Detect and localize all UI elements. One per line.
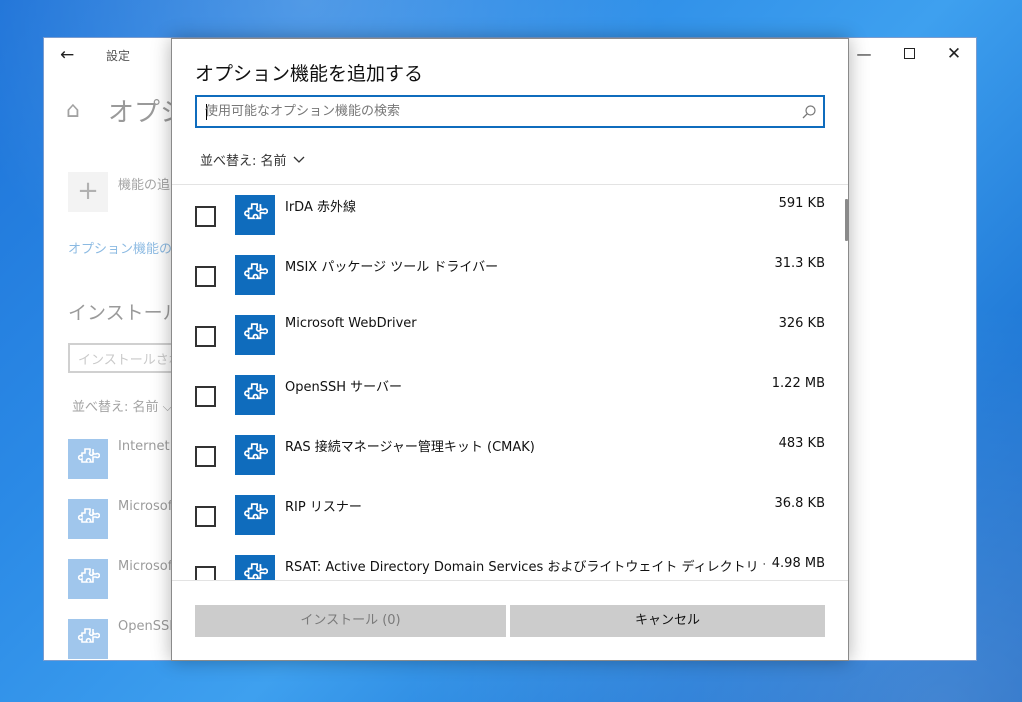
- close-icon[interactable]: ✕: [942, 43, 966, 65]
- add-optional-feature-dialog: オプション機能を追加する 並べ替え: 名前 IrDA 赤外線 591 KB MS…: [171, 38, 849, 661]
- puzzle-icon: [68, 499, 108, 539]
- dialog-title: オプション機能を追加する: [195, 63, 424, 85]
- feature-name: MSIX パッケージ ツール ドライバー: [285, 260, 499, 275]
- feature-name: OpenSSH サーバー: [285, 380, 403, 395]
- feature-row[interactable]: RIP リスナー 36.8 KB: [172, 485, 848, 545]
- chevron-down-icon: [293, 153, 305, 168]
- feature-search-box[interactable]: [195, 95, 825, 128]
- installed-item-name: Microsof: [118, 559, 173, 574]
- feature-list[interactable]: IrDA 赤外線 591 KB MSIX パッケージ ツール ドライバー 31.…: [172, 185, 848, 580]
- feature-name: RSAT: Active Directory Domain Services お…: [285, 560, 765, 575]
- maximize-button[interactable]: [897, 43, 921, 65]
- feature-checkbox[interactable]: [195, 446, 216, 467]
- puzzle-icon: [235, 555, 275, 580]
- installed-sort-dropdown[interactable]: 並べ替え: 名前 ⌵: [72, 396, 173, 415]
- feature-size: 591 KB: [778, 196, 825, 211]
- sort-label: 並べ替え: 名前: [200, 154, 287, 169]
- cancel-button[interactable]: キャンセル: [510, 605, 825, 637]
- feature-checkbox[interactable]: [195, 326, 216, 347]
- feature-name: RIP リスナー: [285, 500, 362, 515]
- puzzle-icon: [235, 255, 275, 295]
- sort-dropdown[interactable]: 並べ替え: 名前: [200, 150, 305, 169]
- installed-item-name: OpenSSH: [118, 619, 180, 634]
- search-icon[interactable]: [801, 104, 817, 120]
- puzzle-icon: [235, 315, 275, 355]
- puzzle-icon: [235, 435, 275, 475]
- installed-item-name: Microsof: [118, 499, 173, 514]
- feature-size: 36.8 KB: [774, 496, 825, 511]
- feature-history-link[interactable]: オプション機能の履: [68, 238, 185, 257]
- installed-item-name: Internet: [118, 439, 170, 454]
- feature-checkbox[interactable]: [195, 566, 216, 580]
- puzzle-icon: [68, 559, 108, 599]
- feature-name: Microsoft WebDriver: [285, 316, 417, 331]
- home-icon[interactable]: ⌂: [66, 98, 80, 123]
- puzzle-icon: [235, 195, 275, 235]
- feature-row[interactable]: RSAT: Active Directory Domain Services お…: [172, 545, 848, 580]
- puzzle-icon: [235, 375, 275, 415]
- feature-size: 1.22 MB: [771, 376, 825, 391]
- puzzle-icon: [68, 619, 108, 659]
- maximize-icon: [903, 48, 915, 59]
- add-feature-label[interactable]: 機能の追: [118, 174, 170, 193]
- divider: [172, 580, 848, 581]
- feature-search-input[interactable]: [205, 100, 785, 123]
- feature-row[interactable]: MSIX パッケージ ツール ドライバー 31.3 KB: [172, 245, 848, 305]
- install-button[interactable]: インストール (0): [195, 605, 506, 637]
- feature-name: RAS 接続マネージャー管理キット (CMAK): [285, 440, 535, 455]
- feature-checkbox[interactable]: [195, 506, 216, 527]
- feature-row[interactable]: RAS 接続マネージャー管理キット (CMAK) 483 KB: [172, 425, 848, 485]
- feature-size: 326 KB: [778, 316, 825, 331]
- minimize-icon[interactable]: —: [852, 43, 876, 65]
- feature-row[interactable]: OpenSSH サーバー 1.22 MB: [172, 365, 848, 425]
- feature-name: IrDA 赤外線: [285, 200, 356, 215]
- feature-checkbox[interactable]: [195, 386, 216, 407]
- feature-size: 4.98 MB: [771, 556, 825, 571]
- feature-checkbox[interactable]: [195, 266, 216, 287]
- puzzle-icon: [235, 495, 275, 535]
- feature-row[interactable]: Microsoft WebDriver 326 KB: [172, 305, 848, 365]
- feature-size: 483 KB: [778, 436, 825, 451]
- feature-size: 31.3 KB: [774, 256, 825, 271]
- puzzle-icon: [68, 439, 108, 479]
- list-scrollbar[interactable]: [845, 199, 848, 241]
- feature-checkbox[interactable]: [195, 206, 216, 227]
- back-arrow-icon[interactable]: ←: [60, 45, 74, 65]
- window-title: 設定: [106, 49, 131, 63]
- feature-row[interactable]: IrDA 赤外線 591 KB: [172, 185, 848, 245]
- plus-icon[interactable]: +: [68, 172, 108, 212]
